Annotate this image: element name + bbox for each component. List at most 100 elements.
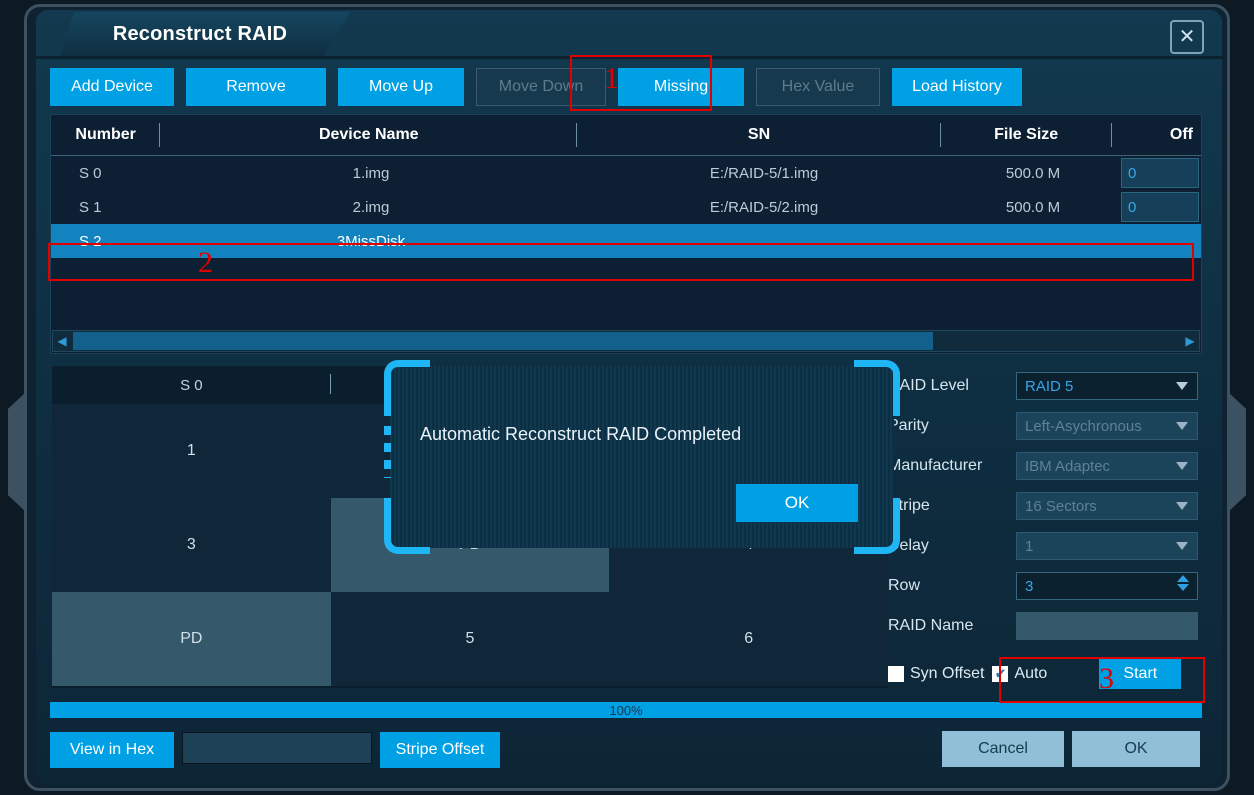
setting-value: 16 Sectors bbox=[1025, 498, 1097, 515]
chevron-down-icon[interactable] bbox=[1176, 422, 1188, 430]
cell-sn: E:/RAID-5/2.img bbox=[581, 190, 947, 224]
cell-sn bbox=[581, 224, 947, 258]
setting-field-raid-level[interactable]: RAID 5 bbox=[1016, 372, 1198, 400]
view-in-hex-button[interactable]: View in Hex bbox=[50, 732, 174, 768]
cell-device-name: 2.img bbox=[161, 190, 581, 224]
toolbar-button-add-device[interactable]: Add Device bbox=[50, 68, 174, 106]
toolbar-button-load-history[interactable]: Load History bbox=[892, 68, 1022, 106]
table-row[interactable]: S 01.imgE:/RAID-5/1.img500.0 M0 bbox=[51, 156, 1201, 190]
setting-row: Row3 bbox=[888, 566, 1202, 606]
cell-file-size bbox=[947, 224, 1119, 258]
setting-value: Left-Asychronous bbox=[1025, 418, 1142, 435]
syn-offset-group[interactable]: Syn Offset bbox=[888, 665, 984, 683]
setting-row: Stripe 16 Sectors bbox=[888, 486, 1202, 526]
table-header: Number Device Name SN File Size Off bbox=[51, 115, 1201, 156]
setting-field-raid-name[interactable] bbox=[1016, 612, 1198, 640]
settings-bottom-options: Syn Offset ✔ Auto Start bbox=[888, 652, 1202, 696]
table-row[interactable]: S 12.imgE:/RAID-5/2.img500.0 M0 bbox=[51, 190, 1201, 224]
device-table: Number Device Name SN File Size Off S 01.img… bbox=[50, 114, 1202, 354]
horizontal-scrollbar[interactable]: ◀ ▶ bbox=[52, 330, 1200, 352]
setting-value: RAID 5 bbox=[1025, 378, 1073, 395]
setting-label-delay: Delay bbox=[888, 537, 1016, 555]
start-button[interactable]: Start bbox=[1099, 659, 1181, 689]
raid-map-cell[interactable]: 5 bbox=[331, 592, 610, 686]
cancel-button[interactable]: Cancel bbox=[942, 731, 1064, 767]
toolbar-button-remove[interactable]: Remove bbox=[186, 68, 326, 106]
progress-label: 100% bbox=[50, 702, 1202, 718]
setting-row: Parity Left-Asychronous bbox=[888, 406, 1202, 446]
setting-field-row[interactable]: 3 bbox=[1016, 572, 1198, 600]
column-header-file-size[interactable]: File Size bbox=[941, 115, 1112, 155]
title-underline bbox=[36, 56, 1222, 59]
auto-checkbox[interactable]: ✔ bbox=[992, 666, 1008, 682]
raid-map-cell[interactable]: 6 bbox=[609, 592, 888, 686]
column-header-number[interactable]: Number bbox=[51, 115, 160, 155]
progress-bar: 100% bbox=[50, 702, 1202, 718]
cell-file-size: 500.0 M bbox=[947, 156, 1119, 190]
setting-value: 1 bbox=[1025, 538, 1033, 555]
scrollbar-track[interactable] bbox=[933, 332, 1181, 350]
raid-map-cell[interactable]: 1 bbox=[52, 404, 331, 498]
raid-map-column-0: S 0 bbox=[52, 366, 331, 404]
syn-offset-checkbox[interactable] bbox=[888, 666, 904, 682]
setting-label-parity: Parity bbox=[888, 417, 1016, 435]
chevron-right-icon[interactable]: ▶ bbox=[1181, 331, 1199, 351]
cell-number: S 0 bbox=[51, 156, 161, 190]
column-header-label: SN bbox=[748, 126, 770, 144]
chevron-up-icon[interactable] bbox=[1177, 575, 1189, 582]
cell-device-name: 3MissDisk bbox=[161, 224, 581, 258]
column-header-label: File Size bbox=[994, 126, 1058, 144]
raid-map-cell[interactable]: 3 bbox=[52, 498, 331, 592]
table-row[interactable]: S 23MissDisk bbox=[51, 224, 1201, 258]
right-decoration bbox=[1228, 392, 1246, 512]
ok-button[interactable]: OK bbox=[1072, 731, 1200, 767]
toolbar: Add DeviceRemoveMove UpMove DownMissingH… bbox=[50, 68, 1022, 106]
close-icon[interactable]: ✕ bbox=[1170, 20, 1204, 54]
spinner-arrows[interactable] bbox=[1177, 575, 1189, 591]
stripe-offset-button[interactable]: Stripe Offset bbox=[380, 732, 500, 768]
setting-value: 3 bbox=[1025, 578, 1033, 595]
auto-label: Auto bbox=[1014, 665, 1047, 683]
settings-panel: RAID Level RAID 5 Parity Left-Asychronous Ma… bbox=[888, 366, 1202, 688]
chevron-down-icon[interactable] bbox=[1177, 584, 1189, 591]
setting-row: RAID Name bbox=[888, 606, 1202, 646]
setting-row: ManufacturerIBM Adaptec bbox=[888, 446, 1202, 486]
cell-offset-input[interactable]: 0 bbox=[1121, 192, 1199, 222]
chevron-down-icon[interactable] bbox=[1176, 462, 1188, 470]
dialog-ok-button[interactable]: OK bbox=[736, 484, 858, 522]
column-header-device-name[interactable]: Device Name bbox=[160, 115, 577, 155]
offset-input[interactable] bbox=[182, 732, 372, 764]
cell-sn: E:/RAID-5/1.img bbox=[581, 156, 947, 190]
chevron-left-icon[interactable]: ◀ bbox=[53, 331, 71, 351]
setting-field-stripe[interactable]: 16 Sectors bbox=[1016, 492, 1198, 520]
column-header-sn[interactable]: SN bbox=[577, 115, 940, 155]
syn-offset-label: Syn Offset bbox=[910, 665, 984, 683]
auto-group[interactable]: ✔ Auto bbox=[992, 665, 1047, 683]
table-body: S 01.imgE:/RAID-5/1.img500.0 M0S 12.imgE… bbox=[51, 156, 1201, 258]
column-header-off[interactable]: Off bbox=[1112, 115, 1201, 155]
chevron-down-icon[interactable] bbox=[1176, 382, 1188, 390]
setting-label-stripe: Stripe bbox=[888, 497, 1016, 515]
scrollbar-thumb[interactable] bbox=[73, 332, 933, 350]
cell-number: S 2 bbox=[51, 224, 161, 258]
setting-field-parity[interactable]: Left-Asychronous bbox=[1016, 412, 1198, 440]
chevron-down-icon[interactable] bbox=[1176, 502, 1188, 510]
dialog-glow-border bbox=[384, 360, 900, 554]
cell-offset-input[interactable] bbox=[1121, 226, 1199, 256]
cell-file-size: 500.0 M bbox=[947, 190, 1119, 224]
setting-row: Delay 1 bbox=[888, 526, 1202, 566]
setting-label-manufacturer: Manufacturer bbox=[888, 457, 1016, 475]
cell-offset-input[interactable]: 0 bbox=[1121, 158, 1199, 188]
column-header-label: Device Name bbox=[319, 126, 419, 144]
toolbar-button-missing[interactable]: Missing bbox=[618, 68, 744, 106]
dialog-message: Automatic Reconstruct RAID Completed bbox=[420, 424, 741, 445]
raid-map-cell[interactable]: PD bbox=[52, 592, 331, 686]
setting-field-delay[interactable]: 1 bbox=[1016, 532, 1198, 560]
completion-dialog: Automatic Reconstruct RAID Completed OK bbox=[390, 366, 894, 548]
cell-device-name: 1.img bbox=[161, 156, 581, 190]
setting-label-raid-name: RAID Name bbox=[888, 617, 1016, 635]
chevron-down-icon[interactable] bbox=[1176, 542, 1188, 550]
setting-field-manufacturer[interactable]: IBM Adaptec bbox=[1016, 452, 1198, 480]
toolbar-button-move-up[interactable]: Move Up bbox=[338, 68, 464, 106]
setting-label-raid-level: RAID Level bbox=[888, 377, 1016, 395]
